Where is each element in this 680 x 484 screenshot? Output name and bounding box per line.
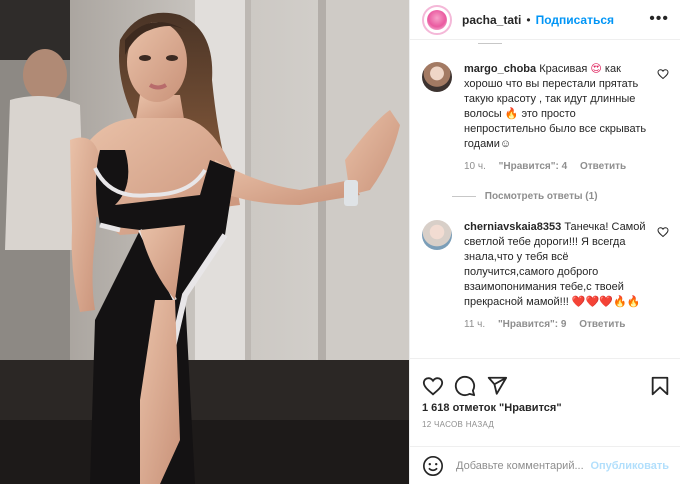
- comments-list[interactable]: margo_choba Красивая 😍 как хорошо что вы…: [410, 40, 680, 358]
- emoji-icon[interactable]: [422, 455, 444, 477]
- comment-text: Красивая: [539, 63, 588, 75]
- follow-button[interactable]: Подписаться: [536, 13, 614, 27]
- commenter-avatar[interactable]: [422, 220, 452, 250]
- header-separator: •: [526, 12, 531, 27]
- comment-body: cherniavskaia8353 Танечка! Самой светлой…: [464, 220, 654, 332]
- comment-likes[interactable]: "Нравится": 4: [499, 161, 568, 172]
- comment-meta: 10 ч. "Нравится": 4 Ответить: [464, 159, 654, 174]
- post-photo[interactable]: [0, 0, 409, 484]
- comment-like-icon[interactable]: [657, 68, 669, 80]
- commenter-avatar[interactable]: [422, 62, 452, 92]
- comment-icon[interactable]: [454, 375, 476, 397]
- comment-emoji: 😍: [590, 63, 602, 75]
- comment-meta: 11 ч. "Нравится": 9 Ответить: [464, 317, 654, 332]
- post-timestamp[interactable]: 12 ЧАСОВ НАЗАД: [422, 420, 494, 429]
- commenter-username[interactable]: cherniavskaia8353: [464, 221, 561, 233]
- reply-button[interactable]: Ответить: [580, 161, 626, 172]
- post-header: pacha_tati • Подписаться •••: [410, 0, 680, 40]
- comment-text: Танечка! Самой светлой тебе дороги!!! Я …: [464, 221, 646, 308]
- comment-body: margo_choba Красивая 😍 как хорошо что вы…: [464, 62, 654, 174]
- divider: [478, 43, 502, 44]
- comment-emoji: 🔥: [504, 108, 519, 120]
- view-replies-label: Посмотреть ответы (1): [484, 191, 598, 202]
- comment-input[interactable]: [456, 459, 591, 472]
- commenter-username[interactable]: margo_choba: [464, 63, 536, 75]
- post-photo-image: [0, 0, 409, 484]
- post-side-panel: pacha_tati • Подписаться ••• margo_choba…: [409, 0, 680, 484]
- view-replies-button[interactable]: Посмотреть ответы (1): [452, 191, 598, 202]
- reply-button[interactable]: Ответить: [579, 319, 625, 330]
- previous-replies-tail: [478, 40, 608, 48]
- comment-time[interactable]: 10 ч.: [464, 161, 486, 172]
- comment-like-icon[interactable]: [657, 226, 669, 238]
- share-icon[interactable]: [486, 375, 508, 397]
- author-username[interactable]: pacha_tati: [462, 13, 521, 27]
- more-icon[interactable]: •••: [649, 11, 669, 27]
- comment-emoji: ❤️❤️❤️🔥🔥: [571, 296, 641, 308]
- divider: [452, 195, 476, 197]
- likes-count[interactable]: 1 618 отметок "Нравится": [422, 402, 562, 414]
- publish-button[interactable]: Опубликовать: [590, 460, 669, 472]
- comment-likes[interactable]: "Нравится": 9: [498, 319, 567, 330]
- add-comment-bar: Опубликовать: [410, 446, 680, 484]
- comment-time[interactable]: 11 ч.: [464, 319, 485, 330]
- instagram-post: pacha_tati • Подписаться ••• margo_choba…: [0, 0, 680, 484]
- bookmark-icon[interactable]: [649, 375, 671, 397]
- heart-icon[interactable]: [422, 375, 444, 397]
- author-avatar[interactable]: [422, 4, 452, 35]
